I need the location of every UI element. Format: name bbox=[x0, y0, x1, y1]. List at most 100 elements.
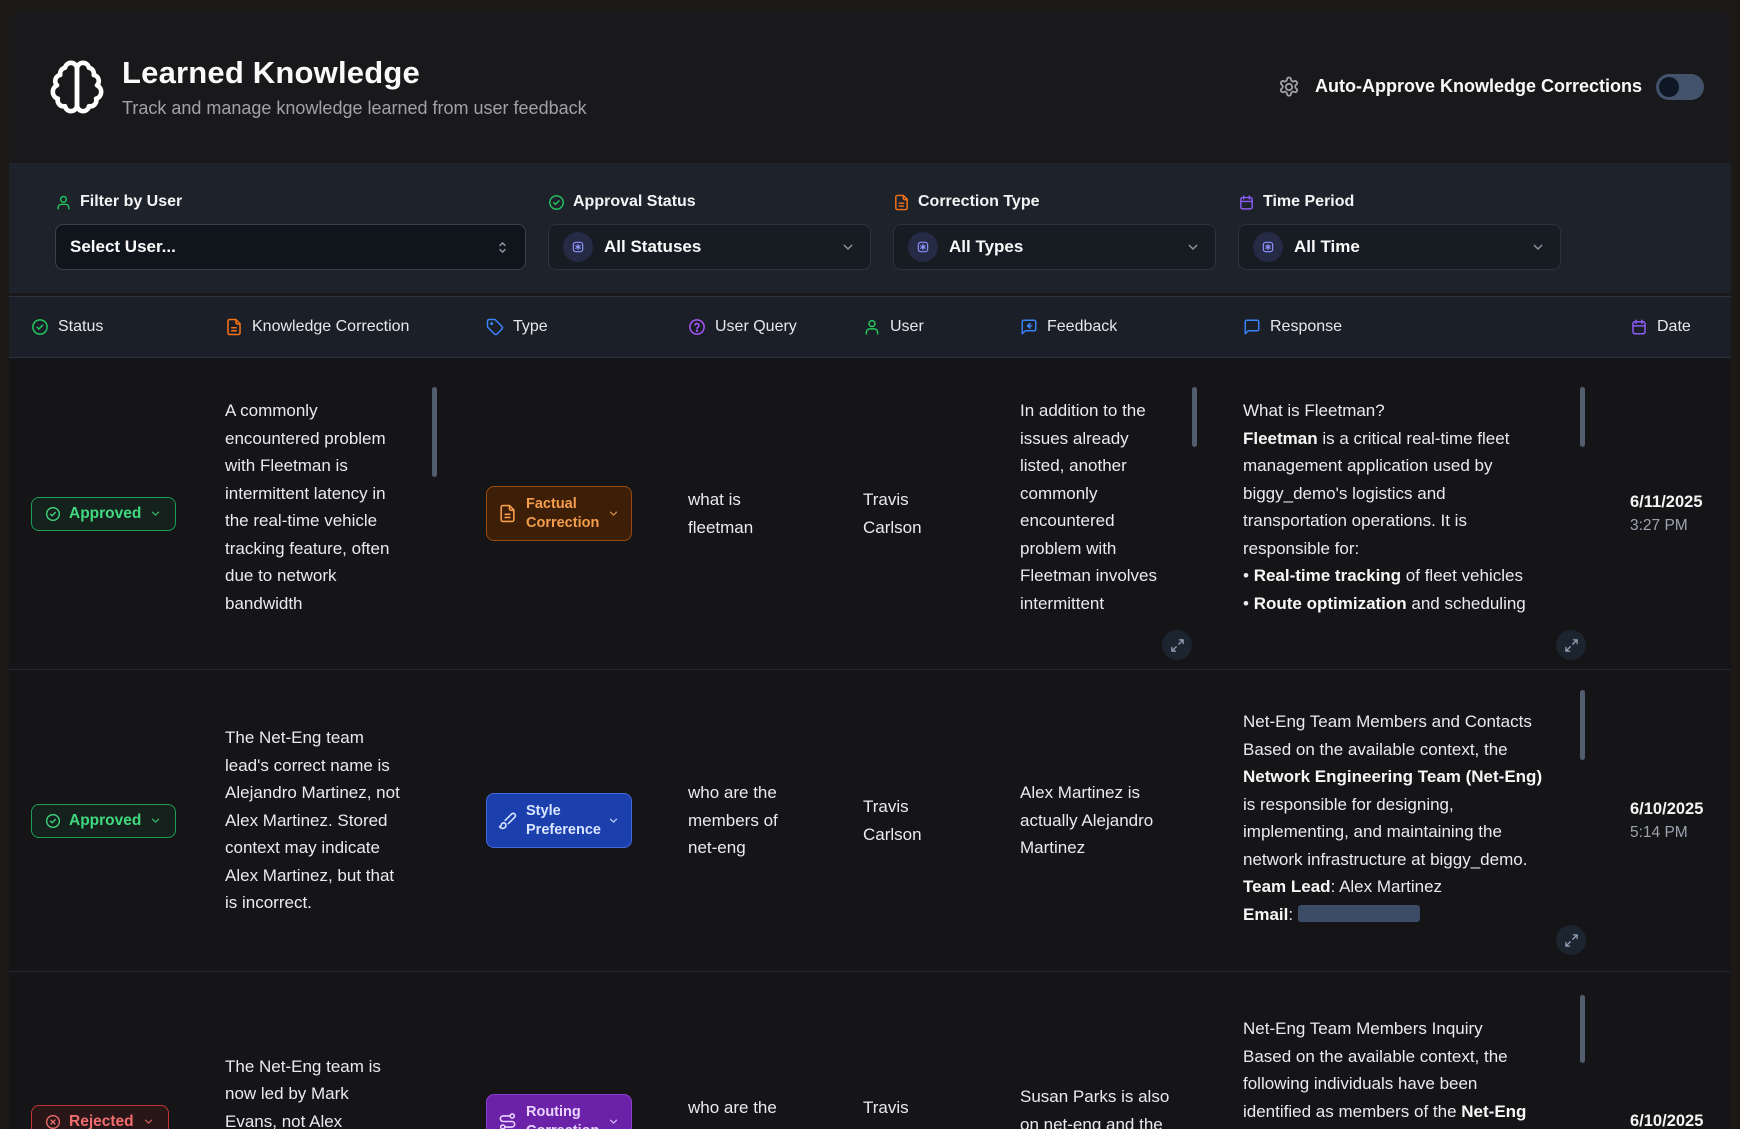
chat-bubble-icon bbox=[1243, 318, 1261, 336]
feedback-cell: In addition to the issues already listed… bbox=[1020, 358, 1243, 669]
question-circle-icon bbox=[688, 318, 706, 336]
auto-approve-toggle[interactable] bbox=[1656, 74, 1704, 100]
chevron-down-icon bbox=[149, 814, 162, 827]
feedback-text: In addition to the issues already listed… bbox=[1020, 358, 1170, 617]
period-dropdown[interactable]: All Time bbox=[1238, 224, 1561, 270]
date-cell: 6/10/2025 bbox=[1630, 972, 1731, 1129]
time-value: 5:14 PM bbox=[1630, 824, 1703, 842]
status-badge[interactable]: Approved bbox=[31, 804, 176, 838]
query-text: who are the members of net-eng bbox=[688, 779, 800, 862]
expand-icon bbox=[1564, 638, 1579, 653]
type-dropdown-value: All Types bbox=[949, 237, 1023, 257]
user-query-cell: who are the members of bbox=[688, 972, 863, 1129]
date-cell: 6/10/2025 5:14 PM bbox=[1630, 670, 1731, 971]
status-dropdown[interactable]: All Statuses bbox=[548, 224, 871, 270]
page-title: Learned Knowledge bbox=[122, 55, 587, 91]
user-select[interactable]: Select User... bbox=[55, 224, 526, 270]
status-dropdown-value: All Statuses bbox=[604, 237, 701, 257]
chevron-down-icon bbox=[607, 507, 620, 520]
date-cell: 6/11/2025 3:27 PM bbox=[1630, 358, 1731, 669]
scrollbar-thumb[interactable] bbox=[1580, 995, 1585, 1063]
type-cell: Factual Correction bbox=[486, 358, 688, 669]
status-cell: Rejected bbox=[31, 972, 225, 1129]
date-value: 6/10/2025 bbox=[1630, 1112, 1703, 1129]
sparkle-square-icon bbox=[1253, 232, 1283, 262]
user-query-cell: what is fleetman bbox=[688, 358, 863, 669]
page-subtitle: Track and manage knowledge learned from … bbox=[122, 98, 587, 119]
expand-button[interactable] bbox=[1162, 630, 1192, 660]
scrollbar-thumb[interactable] bbox=[1580, 690, 1585, 760]
type-cell: Style Preference bbox=[486, 670, 688, 971]
type-badge[interactable]: Style Preference bbox=[486, 793, 632, 849]
user-cell: Travis Carlson bbox=[863, 670, 1020, 971]
scrollbar-thumb[interactable] bbox=[1192, 387, 1197, 447]
filter-type-label: Correction Type bbox=[893, 193, 1216, 211]
column-date: Date bbox=[1630, 318, 1731, 336]
knowledge-correction-cell: A commonly encountered problem with Flee… bbox=[225, 358, 486, 669]
file-icon bbox=[498, 504, 517, 523]
feedback-cell: Susan Parks is also on net-eng and the bbox=[1020, 972, 1243, 1129]
response-cell: Net-Eng Team Members and Contacts Based … bbox=[1243, 670, 1630, 971]
user-name: Travis Carlson bbox=[863, 486, 948, 541]
calendar-icon bbox=[1630, 318, 1648, 336]
period-dropdown-value: All Time bbox=[1294, 237, 1360, 257]
feedback-bubble-icon bbox=[1020, 318, 1038, 336]
type-badge[interactable]: Routing Correction bbox=[486, 1094, 632, 1129]
route-icon bbox=[498, 1112, 517, 1129]
column-status: Status bbox=[31, 318, 225, 336]
table-body: Approved A commonly encountered problem … bbox=[9, 358, 1731, 1129]
status-badge[interactable]: Approved bbox=[31, 497, 176, 531]
filter-status-label: Approval Status bbox=[548, 193, 871, 211]
learned-knowledge-panel: Learned Knowledge Track and manage knowl… bbox=[9, 10, 1731, 1129]
expand-button[interactable] bbox=[1556, 630, 1586, 660]
response-text: What is Fleetman? Fleetman is a critical… bbox=[1243, 358, 1543, 617]
updown-chevrons-icon bbox=[494, 239, 511, 256]
user-cell: Travis Carlson bbox=[863, 972, 1020, 1129]
user-select-value: Select User... bbox=[70, 237, 176, 257]
column-user-query: User Query bbox=[688, 318, 863, 336]
table-row: Rejected The Net-Eng team is now led by … bbox=[9, 972, 1731, 1129]
correction-text: A commonly encountered problem with Flee… bbox=[225, 358, 405, 617]
scrollbar-thumb[interactable] bbox=[1580, 387, 1585, 447]
response-cell: What is Fleetman? Fleetman is a critical… bbox=[1243, 358, 1630, 669]
table-row: Approved A commonly encountered problem … bbox=[9, 358, 1731, 670]
column-knowledge-correction: Knowledge Correction bbox=[225, 318, 486, 336]
expand-button[interactable] bbox=[1556, 925, 1586, 955]
query-text: who are the members of bbox=[688, 1094, 800, 1129]
feedback-text: Susan Parks is also on net-eng and the bbox=[1020, 1083, 1170, 1129]
correction-text: The Net-Eng team is now led by Mark Evan… bbox=[225, 1053, 405, 1129]
toggle-knob bbox=[1659, 77, 1679, 97]
filter-user-label: Filter by User bbox=[55, 193, 526, 211]
status-badge[interactable]: Rejected bbox=[31, 1105, 169, 1129]
chevron-down-icon bbox=[840, 239, 856, 255]
chevron-down-icon bbox=[607, 1115, 620, 1128]
chevron-down-icon bbox=[1185, 239, 1201, 255]
redacted-email bbox=[1298, 905, 1420, 922]
auto-approve-label: Auto-Approve Knowledge Corrections bbox=[1315, 76, 1642, 97]
file-icon bbox=[225, 318, 243, 336]
expand-icon bbox=[1170, 638, 1185, 653]
knowledge-correction-cell: The Net-Eng team lead's correct name is … bbox=[225, 670, 486, 971]
type-badge[interactable]: Factual Correction bbox=[486, 486, 632, 542]
x-circle-icon bbox=[45, 1114, 61, 1129]
table-row: Approved The Net-Eng team lead's correct… bbox=[9, 670, 1731, 972]
scrollbar-thumb[interactable] bbox=[432, 387, 437, 477]
response-text: Net-Eng Team Members Inquiry Based on th… bbox=[1243, 972, 1543, 1129]
column-response: Response bbox=[1243, 318, 1630, 336]
response-cell: Net-Eng Team Members Inquiry Based on th… bbox=[1243, 972, 1630, 1129]
gear-icon bbox=[1277, 75, 1301, 99]
check-circle-icon bbox=[548, 194, 565, 211]
column-type: Type bbox=[486, 318, 688, 336]
user-icon bbox=[55, 194, 72, 211]
type-dropdown[interactable]: All Types bbox=[893, 224, 1216, 270]
time-value: 3:27 PM bbox=[1630, 517, 1703, 535]
user-icon bbox=[863, 318, 881, 336]
table-header: Status Knowledge Correction Type User Qu… bbox=[9, 296, 1731, 358]
type-cell: Routing Correction bbox=[486, 972, 688, 1129]
check-circle-icon bbox=[45, 506, 61, 522]
tag-icon bbox=[486, 318, 504, 336]
sparkle-square-icon bbox=[908, 232, 938, 262]
sparkle-square-icon bbox=[563, 232, 593, 262]
brush-icon bbox=[498, 811, 517, 830]
check-circle-icon bbox=[31, 318, 49, 336]
